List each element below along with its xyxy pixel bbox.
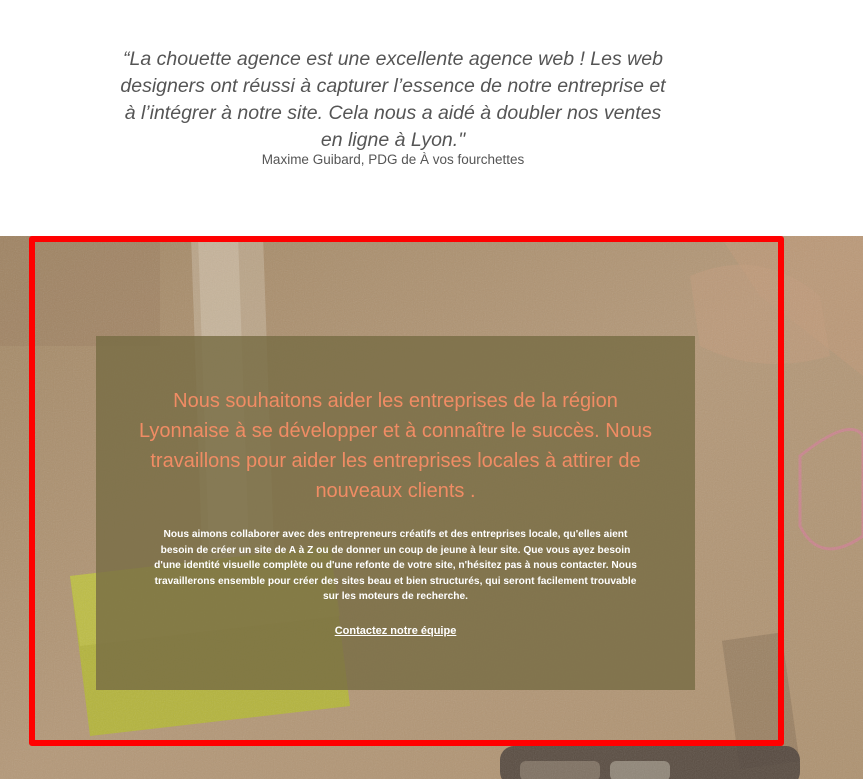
hero-section: Nous souhaitons aider les entreprises de…	[0, 236, 863, 779]
testimonial-section: “La chouette agence est une excellente a…	[0, 0, 863, 236]
testimonial-author: Maxime Guibard, PDG de À vos fourchettes	[261, 152, 525, 167]
testimonial-quote: “La chouette agence est une excellente a…	[120, 48, 666, 151]
highlight-box	[29, 236, 784, 746]
